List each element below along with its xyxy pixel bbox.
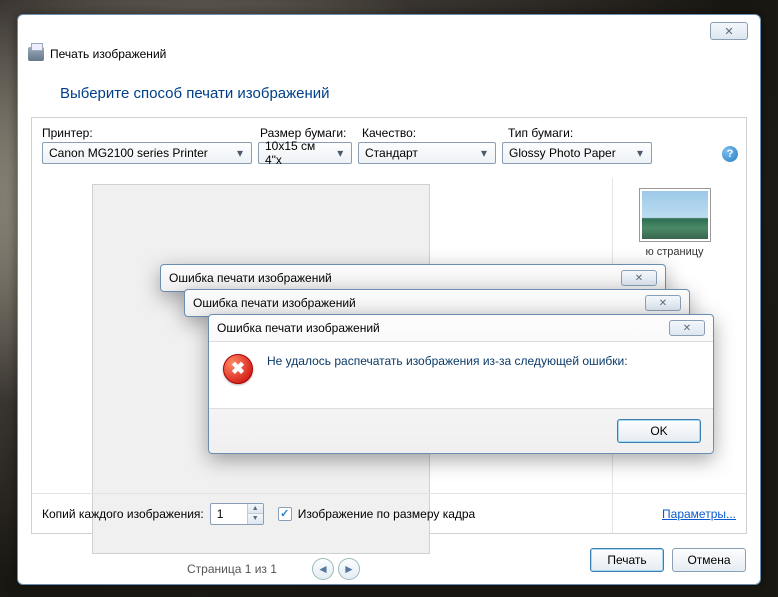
- paper-size-label: Размер бумаги:: [260, 126, 362, 140]
- dialog-body: ✖ Не удалось распечатать изображения из-…: [209, 341, 713, 409]
- quality-combo[interactable]: Стандарт ▾: [358, 142, 496, 164]
- error-dialog-front: Ошибка печати изображений ✕ ✖ Не удалось…: [208, 314, 714, 454]
- option-labels-row: Принтер: Размер бумаги: Качество: Тип бу…: [32, 118, 746, 142]
- dialog-titlebar[interactable]: Ошибка печати изображений ✕: [209, 315, 713, 341]
- window-title-bar: Печать изображений: [28, 47, 166, 61]
- window-title: Печать изображений: [50, 47, 166, 61]
- close-icon: ✕: [659, 298, 667, 309]
- print-button[interactable]: Печать: [590, 548, 664, 572]
- error-dialog-back-2: Ошибка печати изображений ✕: [160, 264, 666, 292]
- printer-combo-value: Canon MG2100 series Printer: [49, 146, 208, 160]
- close-icon: ✕: [635, 273, 643, 284]
- page-counter: Страница 1 из 1: [187, 562, 277, 576]
- help-icon[interactable]: ?: [722, 146, 738, 162]
- chevron-down-icon: ▾: [477, 146, 491, 160]
- prev-page-button[interactable]: ◄: [312, 558, 334, 580]
- dialog-close-button[interactable]: ✕: [669, 320, 705, 336]
- page-nav: ◄ ►: [312, 558, 360, 580]
- error-message: Не удалось распечатать изображения из-за…: [267, 354, 628, 368]
- footer-buttons: Печать Отмена: [590, 548, 746, 572]
- ok-button[interactable]: OK: [617, 419, 701, 443]
- dialog-title: Ошибка печати изображений: [169, 271, 332, 285]
- paper-size-combo[interactable]: 10x15 см 4"x ▾: [258, 142, 352, 164]
- close-icon: ✕: [683, 323, 691, 334]
- dialog-titlebar: Ошибка печати изображений ✕: [185, 290, 689, 316]
- chevron-down-icon: ▾: [233, 146, 247, 160]
- cancel-button[interactable]: Отмена: [672, 548, 746, 572]
- quality-label: Качество:: [362, 126, 508, 140]
- dialog-title: Ошибка печати изображений: [217, 321, 380, 335]
- dialog-title: Ошибка печати изображений: [193, 296, 356, 310]
- printer-icon: [28, 47, 44, 61]
- copies-spinner[interactable]: 1 ▲ ▼: [210, 503, 264, 525]
- quality-combo-value: Стандарт: [365, 146, 418, 160]
- dialog-titlebar: Ошибка печати изображений ✕: [161, 265, 665, 291]
- fit-frame-checkbox[interactable]: ✓: [278, 507, 292, 521]
- paper-type-label: Тип бумаги:: [508, 126, 736, 140]
- next-page-button[interactable]: ►: [338, 558, 360, 580]
- dialog-close-button[interactable]: ✕: [621, 270, 657, 286]
- error-icon: ✖: [223, 354, 253, 384]
- layout-caption: ю страницу: [613, 246, 736, 258]
- printer-label: Принтер:: [42, 126, 260, 140]
- spinner-down-button[interactable]: ▼: [248, 514, 263, 524]
- page-heading: Выберите способ печати изображений: [60, 85, 330, 102]
- printer-combo[interactable]: Canon MG2100 series Printer ▾: [42, 142, 252, 164]
- copies-label: Копий каждого изображения:: [42, 507, 204, 521]
- spinner-buttons: ▲ ▼: [247, 504, 263, 524]
- parameters-link[interactable]: Параметры...: [662, 507, 736, 521]
- layout-thumbnail[interactable]: [639, 188, 711, 242]
- chevron-down-icon: ▾: [633, 146, 647, 160]
- bottom-options-row: Копий каждого изображения: 1 ▲ ▼ ✓ Изобр…: [32, 493, 746, 533]
- spinner-up-button[interactable]: ▲: [248, 504, 263, 515]
- copies-value: 1: [217, 507, 224, 521]
- paper-size-combo-value: 10x15 см 4"x: [265, 139, 333, 167]
- paper-type-combo-value: Glossy Photo Paper: [509, 146, 616, 160]
- fit-frame-label: Изображение по размеру кадра: [298, 507, 475, 521]
- paper-type-combo[interactable]: Glossy Photo Paper ▾: [502, 142, 652, 164]
- chevron-down-icon: ▾: [333, 146, 347, 160]
- close-icon: ✕: [724, 25, 733, 38]
- error-dialog-back-1: Ошибка печати изображений ✕: [184, 289, 690, 317]
- option-controls-row: Canon MG2100 series Printer ▾ 10x15 см 4…: [32, 142, 746, 172]
- dialog-close-button[interactable]: ✕: [645, 295, 681, 311]
- dialog-footer: OK: [209, 409, 713, 453]
- window-close-button[interactable]: ✕: [710, 22, 748, 40]
